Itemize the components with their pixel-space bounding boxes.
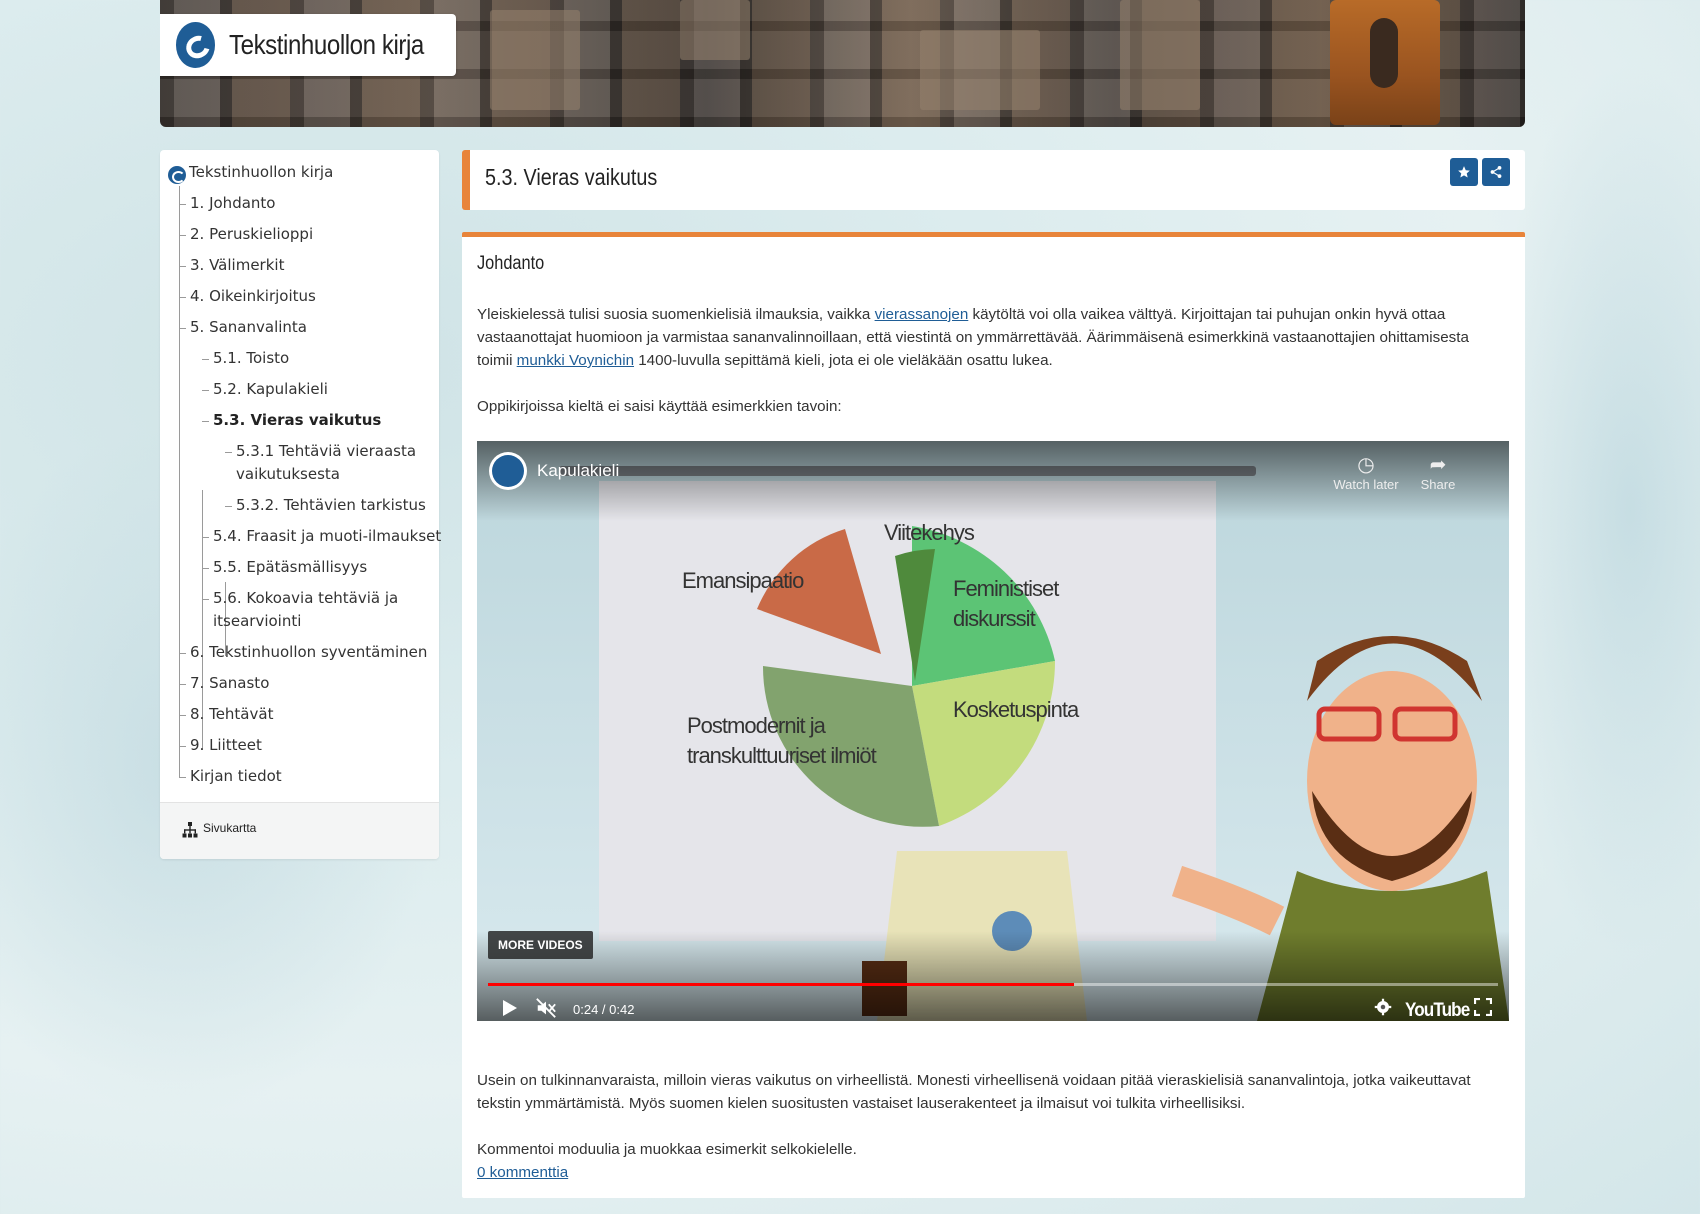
toc-item-kapulakieli[interactable]: 5.2. Kapulakieli	[213, 378, 328, 401]
video-player[interactable]: Viitekehys Emansipaatio Feministiset dis…	[477, 441, 1509, 1021]
pie-label-viitekehys: Viitekehys	[884, 520, 975, 545]
bookmark-button[interactable]	[1450, 158, 1478, 186]
video-progress-bar[interactable]	[488, 983, 1498, 986]
header-banner: Tekstinhuollon kirja	[160, 0, 1525, 127]
video-progress-fill	[488, 983, 1074, 986]
book-icon	[168, 166, 186, 184]
toc-item-syventaminen[interactable]: 6. Tekstinhuollon syventäminen	[190, 641, 427, 664]
letterpress-block-image	[1330, 0, 1440, 125]
gear-icon	[1374, 998, 1392, 1016]
youtube-logo[interactable]: YouTube	[1405, 1000, 1470, 1021]
settings-button[interactable]	[1374, 998, 1392, 1019]
sitemap-link[interactable]: Sivukartta	[203, 821, 256, 835]
more-videos-button[interactable]: MORE VIDEOS	[488, 931, 593, 959]
sidebar-footer: Sivukartta	[160, 802, 439, 859]
video-time: 0:24 / 0:42	[573, 1002, 635, 1017]
toc-item-kokoavia[interactable]: 5.6. Kokoavia tehtäviä ja itsearviointi	[213, 587, 413, 633]
toc-item-liitteet[interactable]: 9. Liitteet	[190, 734, 262, 757]
analysis-paragraph: Usein on tulkinnanvaraista, milloin vier…	[477, 1072, 1471, 1112]
time-current: 0:24	[573, 1002, 599, 1017]
share-arrow-icon: ➦	[1429, 454, 1447, 476]
text-span: Yleiskielessä tulisi suosia suomenkielis…	[477, 306, 875, 323]
sidebar-toc: Tekstinhuollon kirja 1. Johdanto 2. Peru…	[160, 150, 441, 859]
video-title[interactable]: Kapulakieli	[537, 461, 619, 481]
intro-paragraph: Yleiskielessä tulisi suosia suomenkielis…	[477, 303, 1507, 372]
mute-button[interactable]	[535, 997, 557, 1021]
star-icon	[1458, 166, 1470, 178]
pie-label-emansipaatio: Emansipaatio	[682, 568, 804, 593]
toc-item-johdanto[interactable]: 1. Johdanto	[190, 192, 275, 215]
muted-speaker-icon	[536, 998, 556, 1018]
video-share-label: Share	[1420, 477, 1456, 492]
link-munkki-voynichin[interactable]: munkki Voynichin	[517, 352, 634, 369]
channel-avatar[interactable]	[489, 452, 527, 490]
share-button[interactable]	[1482, 158, 1510, 186]
fullscreen-button[interactable]	[1473, 997, 1493, 1019]
comments-link[interactable]: 0 kommenttia	[477, 1164, 568, 1181]
toc-item-kirjan-tiedot[interactable]: Kirjan tiedot	[190, 765, 282, 788]
section-title: Johdanto	[477, 253, 545, 274]
toc-item-peruskielioppi[interactable]: 2. Peruskielioppi	[190, 223, 313, 246]
page-title: 5.3. Vieras vaikutus	[485, 164, 658, 190]
watch-later-button[interactable]: ◷ Watch later	[1331, 453, 1401, 492]
clock-icon: ◷	[1357, 454, 1375, 476]
toc-item-sanasto[interactable]: 7. Sanasto	[190, 672, 269, 695]
tree-line	[179, 186, 180, 778]
toc-item-tehtavia[interactable]: 5.3.1 Tehtäviä vieraasta vaikutuksesta	[236, 440, 426, 486]
toc-item-sananvalinta[interactable]: 5. Sananvalinta	[190, 316, 307, 339]
page-title-card: 5.3. Vieras vaikutus	[462, 150, 1525, 210]
time-total: 0:42	[609, 1002, 635, 1017]
toc-item-oikeinkirjoitus[interactable]: 4. Oikeinkirjoitus	[190, 285, 316, 308]
site-logo[interactable]: Tekstinhuollon kirja	[160, 14, 456, 76]
content-card: Johdanto Yleiskielessä tulisi suosia suo…	[462, 232, 1525, 1198]
play-icon	[503, 1000, 517, 1016]
comments-row: 0 kommenttia	[477, 1161, 1507, 1184]
toc-root[interactable]: Tekstinhuollon kirja	[189, 161, 333, 184]
share-icon	[1490, 166, 1502, 178]
toc-item-epatasmallisyys[interactable]: 5.5. Epätäsmällisyys	[213, 556, 367, 579]
fullscreen-icon	[1473, 997, 1493, 1017]
toc-item-toisto[interactable]: 5.1. Toisto	[213, 347, 289, 370]
toc-item-tehtavat[interactable]: 8. Tehtävät	[190, 703, 273, 726]
toc-item-vieras-vaikutus[interactable]: 5.3. Vieras vaikutus	[213, 409, 381, 432]
site-title: Tekstinhuollon kirja	[229, 29, 425, 60]
pie-label-transkulttuuriset: transkulttuuriset ilmiöt	[687, 743, 877, 768]
pie-label-postmodernit: Postmodernit ja	[687, 713, 826, 738]
toc-item-valimerkit[interactable]: 3. Välimerkit	[190, 254, 284, 277]
pie-label-feministiset: Feministiset	[953, 576, 1059, 601]
sitemap-icon	[182, 822, 198, 838]
task-paragraph: Kommentoi moduulia ja muokkaa esimerkit …	[477, 1141, 857, 1158]
toc-item-tarkistus[interactable]: 5.3.2. Tehtävien tarkistus	[236, 494, 426, 517]
examples-intro: Oppikirjoissa kieltä ei saisi käyttää es…	[477, 398, 842, 415]
play-button[interactable]	[501, 998, 519, 1021]
logo-icon	[176, 22, 216, 68]
pie-label-diskurssit: diskurssit	[953, 606, 1036, 631]
watch-later-label: Watch later	[1333, 477, 1399, 492]
pie-label-kosketuspinta: Kosketuspinta	[953, 697, 1079, 722]
video-share-button[interactable]: ➦ Share	[1403, 453, 1473, 492]
link-vierassanojen[interactable]: vierassanojen	[875, 306, 969, 323]
toc-item-fraasit[interactable]: 5.4. Fraasit ja muoti-ilmaukset	[213, 525, 441, 548]
text-span: 1400-luvulla sepittämä kieli, jota ei ol…	[634, 352, 1053, 369]
